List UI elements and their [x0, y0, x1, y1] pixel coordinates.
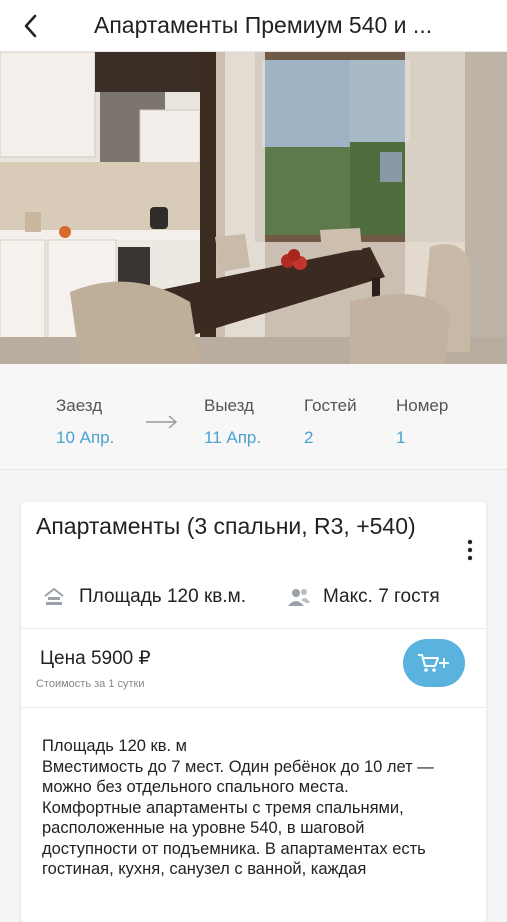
users-icon: [288, 589, 310, 606]
price-note: Стоимость за 1 сутки: [36, 678, 145, 690]
area-text: Площадь 120 кв.м.: [79, 586, 246, 607]
max-guests-feature: Макс. 7 гостя: [287, 586, 440, 608]
home-icon: [44, 587, 64, 605]
guests-value: 2: [304, 428, 314, 447]
divider: [21, 628, 486, 629]
area-feature: Площадь 120 кв.м.: [43, 586, 246, 608]
guests-label: Гостей: [304, 396, 357, 415]
app-header: Апартаменты Премиум 540 и ...: [0, 0, 507, 52]
chevron-left-icon: [24, 14, 37, 37]
room-count-label: Номер: [396, 396, 449, 415]
checkout-field[interactable]: Выезд 11 Апр.: [204, 396, 261, 448]
checkin-label: Заезд: [56, 396, 103, 415]
page-title: Апартаменты Премиум 540 и ...: [94, 12, 433, 38]
max-guests-text: Макс. 7 гостя: [323, 586, 440, 607]
more-options-icon[interactable]: [463, 538, 477, 562]
checkout-value: 11 Апр.: [204, 428, 262, 447]
room-count-value: 1: [396, 428, 406, 447]
room-photo: [0, 52, 507, 364]
arrow-right-icon: [146, 415, 178, 429]
checkin-value: 10 Апр.: [56, 428, 115, 447]
booking-summary: Заезд 10 Апр. Выезд 11 Апр. Гостей 2 Ном…: [0, 364, 507, 470]
checkout-label: Выезд: [204, 396, 254, 415]
room-description: Площадь 120 кв. м Вместимость до 7 мест.…: [42, 737, 434, 878]
divider: [21, 707, 486, 708]
checkin-field[interactable]: Заезд 10 Апр.: [56, 396, 114, 448]
guests-field[interactable]: Гостей 2: [304, 396, 357, 448]
room-title: Апартаменты (3 спальни, R3, +540): [36, 513, 416, 539]
cart-plus-icon: [418, 654, 449, 672]
room-card: Апартаменты (3 спальни, R3, +540) Площад…: [21, 502, 486, 922]
room-count-field[interactable]: Номер 1: [396, 396, 448, 448]
back-button[interactable]: [0, 0, 60, 52]
price-text: Цена 5900 ₽: [40, 648, 151, 669]
add-to-cart-button[interactable]: [403, 639, 465, 687]
